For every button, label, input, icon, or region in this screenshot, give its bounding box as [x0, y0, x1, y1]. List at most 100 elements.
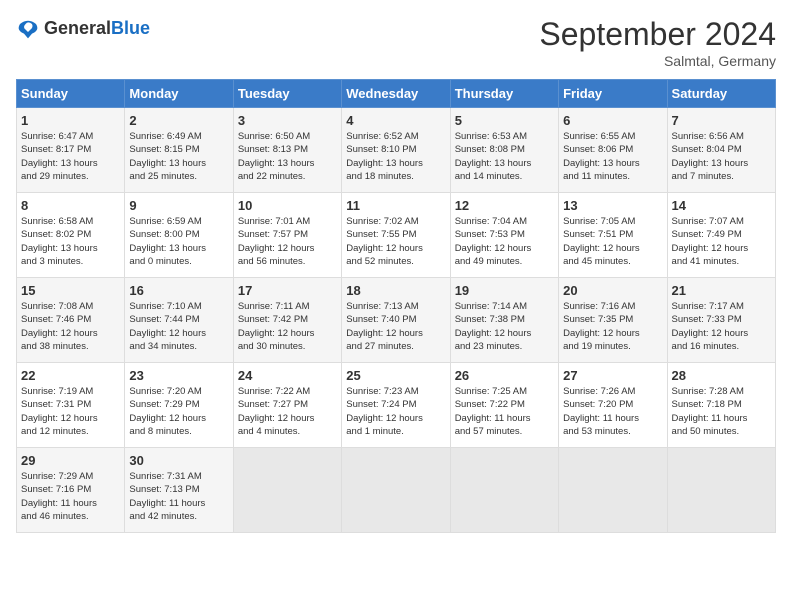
calendar-cell: 17 Sunrise: 7:11 AM Sunset: 7:42 PM Dayli… — [233, 278, 341, 363]
day-number: 17 — [238, 283, 337, 298]
cell-content: Sunrise: 7:23 AM Sunset: 7:24 PM Dayligh… — [346, 385, 445, 438]
cell-content: Sunrise: 7:26 AM Sunset: 7:20 PM Dayligh… — [563, 385, 662, 438]
col-monday: Monday — [125, 80, 233, 108]
day-number: 12 — [455, 198, 554, 213]
day-number: 2 — [129, 113, 228, 128]
col-wednesday: Wednesday — [342, 80, 450, 108]
day-number: 13 — [563, 198, 662, 213]
col-tuesday: Tuesday — [233, 80, 341, 108]
day-number: 18 — [346, 283, 445, 298]
calendar-cell: 10 Sunrise: 7:01 AM Sunset: 7:57 PM Dayli… — [233, 193, 341, 278]
calendar-cell — [559, 448, 667, 533]
cell-content: Sunrise: 7:01 AM Sunset: 7:57 PM Dayligh… — [238, 215, 337, 268]
calendar-cell: 9 Sunrise: 6:59 AM Sunset: 8:00 PM Daylig… — [125, 193, 233, 278]
day-number: 20 — [563, 283, 662, 298]
calendar-cell: 22Sunrise: 7:19 AM Sunset: 7:31 PM Dayli… — [17, 363, 125, 448]
calendar-cell: 21 Sunrise: 7:17 AM Sunset: 7:33 PM Dayli… — [667, 278, 775, 363]
calendar-cell: 20 Sunrise: 7:16 AM Sunset: 7:35 PM Dayli… — [559, 278, 667, 363]
location-title: Salmtal, Germany — [539, 53, 776, 69]
day-number: 11 — [346, 198, 445, 213]
day-number: 19 — [455, 283, 554, 298]
cell-content: Sunrise: 7:10 AM Sunset: 7:44 PM Dayligh… — [129, 300, 228, 353]
calendar-week-row: 29Sunrise: 7:29 AM Sunset: 7:16 PM Dayli… — [17, 448, 776, 533]
col-friday: Friday — [559, 80, 667, 108]
calendar-cell: 4 Sunrise: 6:52 AM Sunset: 8:10 PM Daylig… — [342, 108, 450, 193]
cell-content: Sunrise: 6:47 AM Sunset: 8:17 PM Dayligh… — [21, 130, 120, 183]
day-number: 26 — [455, 368, 554, 383]
calendar-week-row: 22Sunrise: 7:19 AM Sunset: 7:31 PM Dayli… — [17, 363, 776, 448]
day-number: 16 — [129, 283, 228, 298]
calendar-cell: 15 Sunrise: 7:08 AM Sunset: 7:46 PM Dayli… — [17, 278, 125, 363]
calendar-cell: 23 Sunrise: 7:20 AM Sunset: 7:29 PM Dayli… — [125, 363, 233, 448]
calendar-cell: 14 Sunrise: 7:07 AM Sunset: 7:49 PM Dayli… — [667, 193, 775, 278]
logo-text: GeneralBlue — [44, 18, 150, 39]
calendar-cell: 7Sunrise: 6:56 AM Sunset: 8:04 PM Daylig… — [667, 108, 775, 193]
logo-icon — [16, 16, 40, 40]
calendar-header-row: Sunday Monday Tuesday Wednesday Thursday… — [17, 80, 776, 108]
cell-content: Sunrise: 7:13 AM Sunset: 7:40 PM Dayligh… — [346, 300, 445, 353]
cell-content: Sunrise: 7:29 AM Sunset: 7:16 PM Dayligh… — [21, 470, 120, 523]
day-number: 24 — [238, 368, 337, 383]
day-number: 28 — [672, 368, 771, 383]
cell-content: Sunrise: 7:11 AM Sunset: 7:42 PM Dayligh… — [238, 300, 337, 353]
day-number: 9 — [129, 198, 228, 213]
day-number: 7 — [672, 113, 771, 128]
day-number: 21 — [672, 283, 771, 298]
cell-content: Sunrise: 7:16 AM Sunset: 7:35 PM Dayligh… — [563, 300, 662, 353]
calendar-cell: 3 Sunrise: 6:50 AM Sunset: 8:13 PM Daylig… — [233, 108, 341, 193]
day-number: 22 — [21, 368, 120, 383]
cell-content: Sunrise: 7:31 AM Sunset: 7:13 PM Dayligh… — [129, 470, 228, 523]
cell-content: Sunrise: 6:50 AM Sunset: 8:13 PM Dayligh… — [238, 130, 337, 183]
calendar-week-row: 1Sunrise: 6:47 AM Sunset: 8:17 PM Daylig… — [17, 108, 776, 193]
cell-content: Sunrise: 7:08 AM Sunset: 7:46 PM Dayligh… — [21, 300, 120, 353]
calendar-cell — [342, 448, 450, 533]
cell-content: Sunrise: 7:04 AM Sunset: 7:53 PM Dayligh… — [455, 215, 554, 268]
calendar-cell — [233, 448, 341, 533]
logo-general: General — [44, 18, 111, 38]
calendar-week-row: 15 Sunrise: 7:08 AM Sunset: 7:46 PM Dayli… — [17, 278, 776, 363]
calendar-cell: 12 Sunrise: 7:04 AM Sunset: 7:53 PM Dayli… — [450, 193, 558, 278]
calendar-cell: 5Sunrise: 6:53 AM Sunset: 8:08 PM Daylig… — [450, 108, 558, 193]
calendar-cell: 30Sunrise: 7:31 AM Sunset: 7:13 PM Dayli… — [125, 448, 233, 533]
day-number: 27 — [563, 368, 662, 383]
cell-content: Sunrise: 6:59 AM Sunset: 8:00 PM Dayligh… — [129, 215, 228, 268]
calendar-cell: 13 Sunrise: 7:05 AM Sunset: 7:51 PM Dayli… — [559, 193, 667, 278]
cell-content: Sunrise: 6:53 AM Sunset: 8:08 PM Dayligh… — [455, 130, 554, 183]
cell-content: Sunrise: 6:52 AM Sunset: 8:10 PM Dayligh… — [346, 130, 445, 183]
calendar-cell: 29Sunrise: 7:29 AM Sunset: 7:16 PM Dayli… — [17, 448, 125, 533]
col-sunday: Sunday — [17, 80, 125, 108]
calendar-cell: 16 Sunrise: 7:10 AM Sunset: 7:44 PM Dayli… — [125, 278, 233, 363]
calendar-cell: 11 Sunrise: 7:02 AM Sunset: 7:55 PM Dayli… — [342, 193, 450, 278]
day-number: 25 — [346, 368, 445, 383]
calendar-cell — [667, 448, 775, 533]
calendar-cell: 1Sunrise: 6:47 AM Sunset: 8:17 PM Daylig… — [17, 108, 125, 193]
day-number: 6 — [563, 113, 662, 128]
calendar-cell: 27 Sunrise: 7:26 AM Sunset: 7:20 PM Dayli… — [559, 363, 667, 448]
cell-content: Sunrise: 7:07 AM Sunset: 7:49 PM Dayligh… — [672, 215, 771, 268]
cell-content: Sunrise: 6:58 AM Sunset: 8:02 PM Dayligh… — [21, 215, 120, 268]
cell-content: Sunrise: 7:05 AM Sunset: 7:51 PM Dayligh… — [563, 215, 662, 268]
day-number: 15 — [21, 283, 120, 298]
calendar-cell — [450, 448, 558, 533]
calendar-cell: 25 Sunrise: 7:23 AM Sunset: 7:24 PM Dayli… — [342, 363, 450, 448]
logo-blue: Blue — [111, 18, 150, 38]
cell-content: Sunrise: 7:17 AM Sunset: 7:33 PM Dayligh… — [672, 300, 771, 353]
cell-content: Sunrise: 7:20 AM Sunset: 7:29 PM Dayligh… — [129, 385, 228, 438]
calendar-cell: 26 Sunrise: 7:25 AM Sunset: 7:22 PM Dayli… — [450, 363, 558, 448]
calendar-cell: 28 Sunrise: 7:28 AM Sunset: 7:18 PM Dayli… — [667, 363, 775, 448]
calendar-cell: 8 Sunrise: 6:58 AM Sunset: 8:02 PM Daylig… — [17, 193, 125, 278]
day-number: 4 — [346, 113, 445, 128]
day-number: 10 — [238, 198, 337, 213]
calendar-week-row: 8 Sunrise: 6:58 AM Sunset: 8:02 PM Daylig… — [17, 193, 776, 278]
cell-content: Sunrise: 7:02 AM Sunset: 7:55 PM Dayligh… — [346, 215, 445, 268]
calendar-cell: 2Sunrise: 6:49 AM Sunset: 8:15 PM Daylig… — [125, 108, 233, 193]
day-number: 14 — [672, 198, 771, 213]
cell-content: Sunrise: 7:28 AM Sunset: 7:18 PM Dayligh… — [672, 385, 771, 438]
col-thursday: Thursday — [450, 80, 558, 108]
cell-content: Sunrise: 6:55 AM Sunset: 8:06 PM Dayligh… — [563, 130, 662, 183]
day-number: 23 — [129, 368, 228, 383]
day-number: 8 — [21, 198, 120, 213]
cell-content: Sunrise: 7:25 AM Sunset: 7:22 PM Dayligh… — [455, 385, 554, 438]
day-number: 3 — [238, 113, 337, 128]
month-title: September 2024 — [539, 16, 776, 53]
